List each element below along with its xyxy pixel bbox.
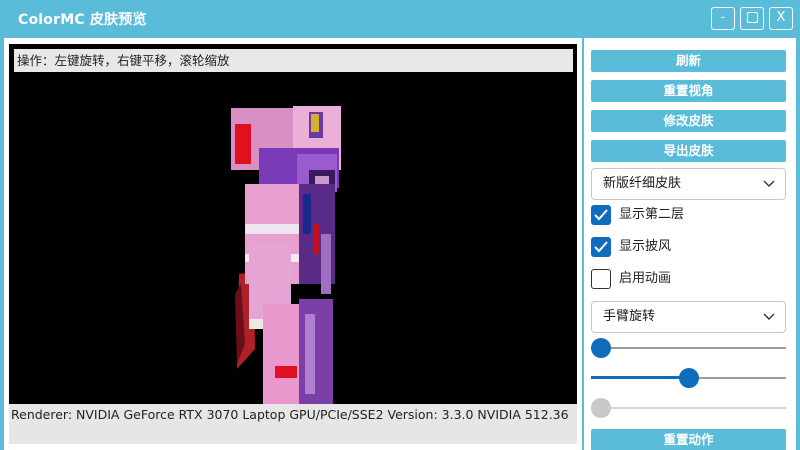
slider-thumb[interactable] [591,398,611,418]
show-second-layer-checkbox[interactable]: 显示第二层 [591,205,786,225]
maximize-button[interactable] [740,7,764,30]
skin-model-render [231,106,341,444]
window-title: ColorMC 皮肤预览 [18,12,147,28]
scrollbar[interactable] [796,38,800,450]
slider-thumb[interactable] [678,368,699,388]
skin-model-select-value: 新版纤细皮肤 [603,176,682,191]
reset-view-button[interactable]: 重置视角 [591,80,786,102]
slider-fill [591,376,689,379]
rotation-slider-3[interactable] [591,398,786,418]
skin-3d-viewport[interactable] [9,44,577,444]
checkbox-checked-icon [591,205,611,225]
minimize-button[interactable]: - [711,7,735,30]
controls-hint: 操作：左键旋转，右键平移，滚轮缩放 [14,49,573,72]
checkbox-checked-icon [591,237,611,257]
maximize-icon [746,12,758,23]
checkbox-label: 启用动画 [619,271,672,286]
enable-animation-checkbox[interactable]: 启用动画 [591,269,786,289]
slider-thumb[interactable] [591,338,611,358]
edit-skin-button[interactable]: 修改皮肤 [591,110,786,132]
reset-action-button[interactable]: 重置动作 [591,429,786,450]
export-skin-button[interactable]: 导出皮肤 [591,140,786,162]
pose-select-value: 手臂旋转 [603,309,656,324]
skin-preview-window: ColorMC 皮肤预览 - X 操作：左键旋转，右键平移，滚轮缩放 Rende… [0,0,800,450]
chevron-down-icon [763,313,775,320]
slider-track [591,407,786,409]
rotation-slider-1[interactable] [591,338,786,358]
checkbox-label: 显示第二层 [619,207,685,222]
close-button[interactable]: X [769,7,793,30]
title-bar[interactable]: ColorMC 皮肤预览 - X [0,0,800,36]
checkbox-label: 显示披风 [619,239,672,254]
chevron-down-icon [763,180,775,187]
rotation-slider-2[interactable] [591,368,786,388]
pose-select[interactable]: 手臂旋转 [591,301,786,333]
refresh-button[interactable]: 刷新 [591,50,786,72]
skin-model-select[interactable]: 新版纤细皮肤 [591,168,786,200]
show-cape-checkbox[interactable]: 显示披风 [591,237,786,257]
checkbox-unchecked-icon [591,269,611,289]
slider-track [591,347,786,349]
renderer-info: Renderer: NVIDIA GeForce RTX 3070 Laptop… [9,404,577,444]
